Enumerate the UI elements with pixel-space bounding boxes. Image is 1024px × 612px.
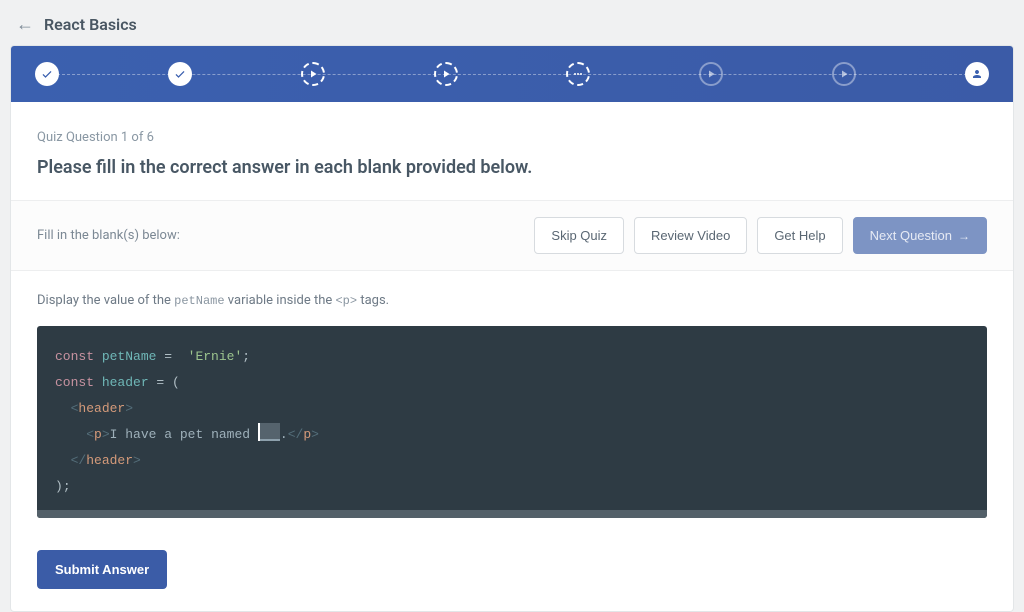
fill-label: Fill in the blank(s) below: — [37, 228, 180, 243]
blank-input[interactable] — [258, 423, 280, 441]
action-row: Fill in the blank(s) below: Skip Quiz Re… — [11, 201, 1013, 271]
get-help-button[interactable]: Get Help — [757, 217, 842, 254]
arrow-right-icon: → — [958, 229, 970, 243]
code-footer-bar — [37, 510, 987, 518]
question-tag: <p> — [335, 294, 357, 308]
quiz-counter: Quiz Question 1 of 6 — [37, 130, 987, 145]
progress-step-1[interactable] — [35, 62, 59, 86]
action-buttons: Skip Quiz Review Video Get Help Next Que… — [534, 217, 987, 254]
code-block: const petName = 'Ernie'; const header = … — [37, 326, 987, 518]
progress-bar — [11, 46, 1013, 102]
page-title: React Basics — [44, 15, 137, 34]
question-mid: variable inside the — [225, 293, 336, 308]
check-icon — [41, 68, 53, 80]
question-text: Display the value of the petName variabl… — [37, 293, 987, 308]
back-arrow-icon[interactable]: ← — [16, 14, 34, 35]
progress-step-3[interactable] — [301, 62, 325, 86]
play-icon — [705, 68, 717, 80]
dots-icon — [572, 68, 584, 80]
check-icon — [174, 68, 186, 80]
code-line-6: ); — [55, 474, 969, 500]
progress-step-4[interactable] — [434, 62, 458, 86]
progress-step-2[interactable] — [168, 62, 192, 86]
play-icon — [838, 68, 850, 80]
page-header: ← React Basics — [0, 0, 1024, 45]
progress-step-7[interactable] — [832, 62, 856, 86]
progress-step-5[interactable] — [566, 62, 590, 86]
review-video-button[interactable]: Review Video — [634, 217, 747, 254]
question-prefix: Display the value of the — [37, 293, 174, 308]
question-area: Display the value of the petName variabl… — [11, 271, 1013, 532]
question-var: petName — [174, 294, 224, 308]
next-question-label: Next Question — [870, 228, 952, 243]
next-question-button: Next Question → — [853, 217, 987, 254]
code-line-3: <header> — [55, 396, 969, 422]
code-line-5: </header> — [55, 448, 969, 474]
progress-step-8[interactable] — [965, 62, 989, 86]
main-card: Quiz Question 1 of 6 Please fill in the … — [10, 45, 1014, 612]
code-line-1: const petName = 'Ernie'; — [55, 344, 969, 370]
skip-quiz-button[interactable]: Skip Quiz — [534, 217, 624, 254]
quiz-instruction: Please fill in the correct answer in eac… — [37, 157, 987, 178]
submit-answer-button[interactable]: Submit Answer — [37, 550, 167, 589]
quiz-header: Quiz Question 1 of 6 Please fill in the … — [11, 102, 1013, 201]
code-line-4: <p>I have a pet named .</p> — [55, 422, 969, 448]
play-icon — [307, 68, 319, 80]
question-suffix: tags. — [357, 293, 389, 308]
progress-step-6[interactable] — [699, 62, 723, 86]
play-icon — [440, 68, 452, 80]
code-line-2: const header = ( — [55, 370, 969, 396]
blank-cursor — [258, 423, 260, 441]
user-icon — [971, 68, 983, 80]
